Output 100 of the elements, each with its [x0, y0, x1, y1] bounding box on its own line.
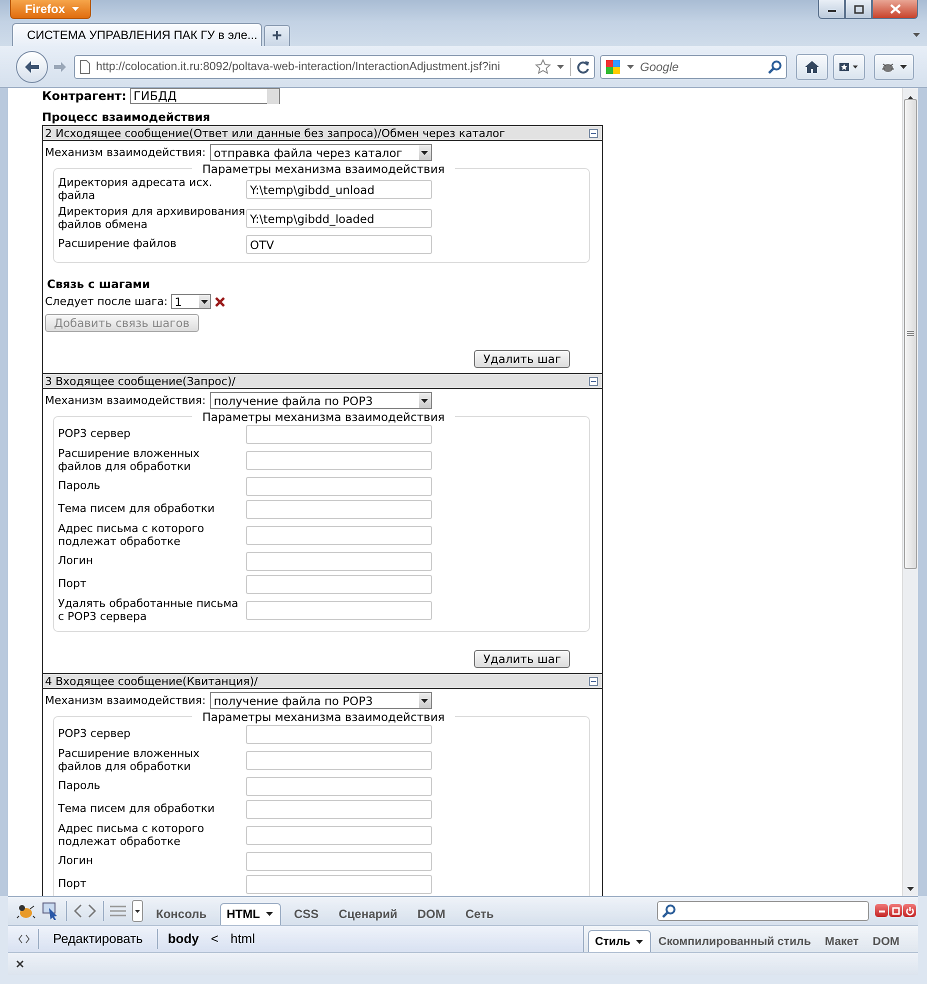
bookmarks-button[interactable]	[833, 54, 865, 80]
field-label: Порт	[58, 878, 88, 891]
field-label: Тема писем для обработки	[58, 503, 216, 516]
dropdown-arrow-icon	[421, 398, 428, 402]
search-engine-icon[interactable]	[605, 58, 621, 74]
text-field[interactable]	[246, 451, 432, 470]
text-field[interactable]	[246, 751, 432, 770]
field-label: Расширение вложенных файлов для обработки	[58, 748, 200, 773]
field-label: Адрес письма с которого подлежат обработке	[58, 823, 206, 848]
field-label: Механизм взаимодействия:	[45, 694, 206, 707]
edit-button[interactable]: Редактировать	[47, 931, 149, 946]
reload-icon[interactable]	[576, 60, 590, 74]
toggle-icon[interactable]	[18, 932, 30, 945]
inspect-icon[interactable]	[42, 902, 60, 920]
field-label: Адрес письма с которого подлежат обработке	[58, 523, 206, 548]
text-field[interactable]	[246, 601, 432, 620]
address-bar[interactable]: http://colocation.it.ru:8092/poltava-web-interaction/InteractionAdjustment.jsf?ini	[74, 54, 595, 78]
breadcrumb-item[interactable]: html	[228, 931, 258, 946]
text-field[interactable]	[246, 852, 432, 871]
mechanism-select[interactable]: получение файла по POP3	[210, 692, 432, 709]
field-label: Пароль	[58, 780, 102, 793]
field-label: Директория для архивирования файлов обмена	[58, 206, 246, 231]
collapse-icon[interactable]	[589, 128, 598, 138]
dropdown-icon[interactable]	[132, 900, 143, 922]
field-label: Удалять обработанные письма с POP3 сервера	[58, 598, 240, 623]
text-field[interactable]	[246, 500, 432, 519]
panel-tab[interactable]: CSS	[286, 902, 326, 925]
step-title: 2 Исходящее сообщение(Ответ или данные без запроса)/Обмен через каталог	[45, 126, 505, 140]
text-field[interactable]: Y:\temp\gibdd_unload	[246, 180, 432, 199]
firebug-icon[interactable]	[16, 902, 36, 919]
back-arrow-icon	[24, 60, 40, 74]
restore-button[interactable]	[889, 904, 902, 918]
caret-icon[interactable]	[626, 62, 635, 70]
bookmark-star-icon[interactable]	[535, 59, 551, 74]
caret-icon[interactable]	[556, 62, 565, 70]
step-title: 3 Входящее сообщение(Запрос)/	[45, 374, 236, 388]
home-button[interactable]	[796, 54, 828, 80]
breadcrumb-item[interactable]: body	[166, 931, 201, 946]
minimize-button[interactable]	[818, 0, 845, 19]
text-field[interactable]	[246, 477, 432, 496]
addon-button[interactable]	[874, 54, 914, 80]
side-panel-tab[interactable]: Скомпилированный стиль	[651, 930, 818, 952]
back-button[interactable]	[16, 50, 48, 82]
collapse-icon[interactable]	[589, 676, 598, 686]
bookmark-star-icon	[839, 60, 850, 72]
field-label: Директория адресата исх. файла	[58, 177, 214, 202]
side-panel-tab[interactable]: Стиль	[588, 930, 652, 952]
text-field[interactable]: OTV	[246, 235, 432, 254]
minimize-button[interactable]	[875, 904, 888, 918]
tab-list-icon[interactable]	[912, 31, 921, 39]
step-select[interactable]: 1	[170, 294, 211, 309]
field-label: Механизм взаимодействия:	[45, 146, 206, 159]
text-field[interactable]	[246, 826, 432, 845]
grip-icon	[907, 331, 914, 336]
text-field[interactable]	[246, 425, 432, 444]
field-label: POP3 сервер	[58, 428, 132, 441]
mechanism-select[interactable]: отправка файла через каталог	[210, 144, 432, 161]
scroll-down-icon	[907, 887, 914, 891]
group-title: Параметры механизма взаимодействия	[192, 710, 455, 724]
delete-step-button[interactable]: Удалить шаг	[474, 350, 570, 368]
remove-icon[interactable]	[214, 296, 226, 308]
power-button[interactable]	[903, 904, 916, 918]
text-field[interactable]	[246, 777, 432, 796]
panel-tab[interactable]: HTML	[220, 902, 281, 925]
panel-tab[interactable]: DOM	[410, 902, 452, 925]
new-tab-button[interactable]: +	[264, 25, 290, 46]
home-icon	[804, 60, 820, 74]
counterparty-select[interactable]: ГИБДД	[130, 88, 280, 104]
text-field[interactable]	[246, 552, 432, 571]
delete-step-button[interactable]: Удалить шаг	[474, 650, 570, 668]
collapse-icon[interactable]	[589, 376, 598, 386]
maximize-button[interactable]	[845, 0, 872, 19]
dropdown-arrow-icon	[421, 150, 428, 154]
search-field[interactable]	[657, 900, 869, 921]
breadcrumb-separator: <	[210, 931, 220, 946]
scrollbar[interactable]	[902, 88, 918, 896]
text-field[interactable]	[246, 575, 432, 594]
search-icon[interactable]	[768, 60, 782, 74]
search-field[interactable]: Google	[600, 54, 787, 78]
mechanism-select[interactable]: получение файла по POP3	[210, 392, 432, 409]
page-icon	[79, 60, 91, 74]
group-title: Параметры механизма взаимодействия	[192, 162, 455, 176]
step-title: 4 Входящее сообщение(Квитанция)/	[45, 674, 258, 688]
power-icon	[904, 906, 914, 916]
text-field[interactable]	[246, 725, 432, 744]
panel-tab[interactable]: Сеть	[458, 902, 501, 925]
panel-tab[interactable]: Сценарий	[332, 902, 404, 925]
caret-icon	[71, 5, 80, 13]
maximize-icon	[854, 4, 864, 14]
text-field[interactable]	[246, 800, 432, 819]
close-icon	[890, 4, 900, 14]
close-icon[interactable]	[16, 960, 24, 968]
side-panel-tab[interactable]: Макет	[818, 930, 866, 952]
text-field[interactable]	[246, 875, 432, 894]
browser-tab[interactable]: СИСТЕМА УПРАВЛЕНИЯ ПАК ГУ в эле...	[12, 23, 262, 46]
text-field[interactable]: Y:\temp\gibdd_loaded	[246, 209, 432, 228]
side-panel-tab[interactable]: DOM	[866, 930, 906, 952]
panel-tab[interactable]: Консоль	[149, 902, 214, 925]
text-field[interactable]	[246, 526, 432, 545]
close-button[interactable]	[872, 0, 918, 19]
